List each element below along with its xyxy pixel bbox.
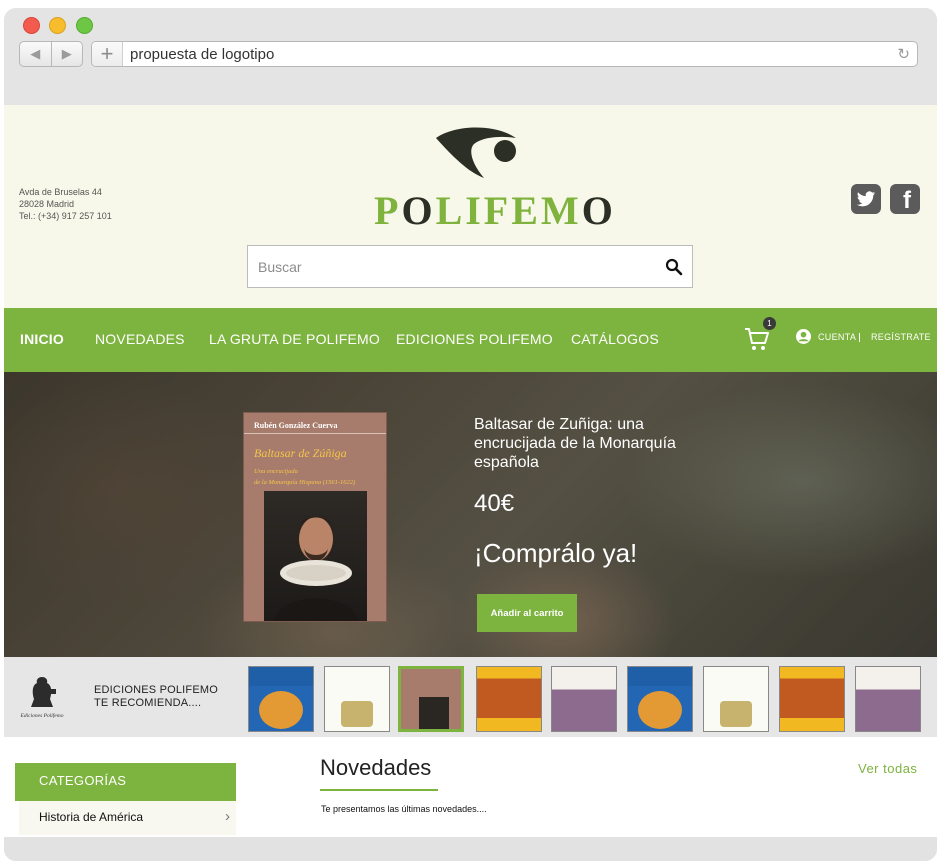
nav-item-la-gruta[interactable]: LA GRUTA DE POLIFEMO bbox=[209, 331, 380, 347]
book-cover-author: Rubén González Cuerva bbox=[254, 421, 338, 430]
hero-call-to-action: ¡Comprálo ya! bbox=[474, 538, 638, 568]
main-nav: INICIO NOVEDADES LA GRUTA DE POLIFEMO ED… bbox=[4, 308, 937, 372]
hero-book-title: Baltasar de Zuñiga: una encrucijada de l… bbox=[474, 416, 676, 471]
recommended-book-thumbnail[interactable] bbox=[248, 666, 314, 732]
search-box bbox=[247, 245, 693, 288]
nav-item-ediciones[interactable]: EDICIONES POLIFEMO bbox=[396, 331, 553, 347]
nav-item-catalogos[interactable]: CATÁLOGOS bbox=[571, 331, 659, 347]
address-city: 28028 Madrid bbox=[19, 199, 75, 209]
recommended-book-thumbnail[interactable] bbox=[703, 666, 769, 732]
twitter-bird-glyph bbox=[856, 190, 876, 206]
close-window-button[interactable] bbox=[23, 17, 40, 34]
see-all-link[interactable]: Ver todas bbox=[858, 761, 917, 776]
cart-icon[interactable] bbox=[744, 326, 770, 352]
featured-book-cover[interactable]: Rubén González Cuerva Baltasar de Zúñiga… bbox=[243, 412, 387, 622]
search-icon[interactable] bbox=[665, 258, 683, 276]
browser-toolbar: ◀ ▶ + propuesta de logotipo ↻ bbox=[4, 8, 937, 105]
twitter-icon[interactable] bbox=[851, 184, 881, 214]
book-cover-portrait bbox=[264, 491, 367, 621]
hero-background-painting bbox=[4, 372, 937, 657]
recommendations-label-line-2: TE RECOMIENDA.... bbox=[94, 697, 202, 709]
browser-window: ◀ ▶ + propuesta de logotipo ↻ Avda de Br… bbox=[4, 8, 937, 861]
recommendations-strip: Ediciones Polifemo EDICIONES POLIFEMO TE… bbox=[4, 657, 937, 737]
book-cover-title: Baltasar de Zúñiga bbox=[254, 446, 347, 460]
address-street: Avda de Bruselas 44 bbox=[19, 187, 102, 197]
chevron-right-icon: › bbox=[225, 808, 230, 825]
contact-address: Avda de Bruselas 44 28028 Madrid Tel.: (… bbox=[19, 186, 112, 222]
forward-arrow-icon[interactable]: ▶ bbox=[52, 42, 83, 66]
logo-letter-o: O bbox=[401, 188, 436, 233]
logo-letters-middle: LIFEM bbox=[435, 188, 582, 233]
history-buttons: ◀ ▶ bbox=[19, 41, 83, 67]
hero-price: 40€ bbox=[474, 490, 515, 517]
book-cover-subtitle: Una encrucijada de la Monarquía Hispana … bbox=[254, 466, 355, 488]
recommended-book-thumbnail[interactable] bbox=[779, 666, 845, 732]
emblem-caption: Ediciones Polifemo bbox=[20, 712, 64, 719]
recommended-book-thumbnail[interactable] bbox=[324, 666, 390, 732]
recommended-book-thumbnail[interactable] bbox=[627, 666, 693, 732]
ediciones-polifemo-emblem-icon: Ediciones Polifemo bbox=[20, 677, 64, 719]
book-cover-subtitle-line-2: de la Monarquía Hispana (1561-1622) bbox=[254, 479, 356, 486]
minimize-window-button[interactable] bbox=[49, 17, 66, 34]
address-phone: Tel.: (+34) 917 257 101 bbox=[19, 211, 112, 221]
add-to-cart-button[interactable]: Añadir al carrito bbox=[477, 594, 577, 632]
new-tab-icon[interactable]: + bbox=[92, 42, 123, 66]
back-arrow-icon[interactable]: ◀ bbox=[20, 42, 52, 66]
recommendations-label: EDICIONES POLIFEMO TE RECOMIENDA.... bbox=[94, 684, 218, 710]
category-item-historia-de-america[interactable]: Historia de América › bbox=[19, 801, 236, 835]
recommended-book-thumbnail[interactable] bbox=[476, 666, 542, 732]
facebook-icon[interactable]: f bbox=[890, 184, 920, 214]
recommended-book-thumbnail-selected[interactable] bbox=[398, 666, 464, 732]
categories-heading: CATEGORÍAS bbox=[15, 763, 236, 801]
logo-letter-o-end: O bbox=[581, 188, 616, 233]
book-cover-rule bbox=[244, 433, 386, 434]
nav-item-inicio[interactable]: INICIO bbox=[20, 331, 64, 347]
cart-count-badge: 1 bbox=[763, 317, 776, 330]
account-divider bbox=[859, 333, 860, 342]
logo-wordmark[interactable]: POLIFEMO bbox=[374, 187, 613, 234]
novedades-underline bbox=[320, 789, 438, 791]
register-link[interactable]: REGÍSTRATE bbox=[871, 332, 931, 342]
novedades-title: Novedades bbox=[320, 755, 432, 780]
portrait-illustration bbox=[274, 516, 358, 621]
category-item-label: Historia de América bbox=[39, 810, 144, 824]
recommendations-label-line-1: EDICIONES POLIFEMO bbox=[94, 684, 219, 696]
facebook-glyph: f bbox=[903, 187, 911, 214]
search-input[interactable] bbox=[258, 256, 648, 278]
nav-item-novedades[interactable]: NOVEDADES bbox=[95, 331, 185, 347]
site-header: Avda de Bruselas 44 28028 Madrid Tel.: (… bbox=[4, 105, 937, 308]
recommended-book-thumbnail[interactable] bbox=[855, 666, 921, 732]
logo-letter-p: P bbox=[374, 188, 402, 233]
recommended-book-thumbnail[interactable] bbox=[551, 666, 617, 732]
maximize-window-button[interactable] bbox=[76, 17, 93, 34]
book-cover-subtitle-line-1: Una encrucijada bbox=[254, 468, 298, 475]
hero-banner: Rubén González Cuerva Baltasar de Zúñiga… bbox=[4, 372, 937, 657]
content-area: CATEGORÍAS Historia de América › Novedad… bbox=[4, 737, 937, 837]
address-bar[interactable]: + propuesta de logotipo ↻ bbox=[91, 41, 918, 67]
browser-bottom-frame bbox=[4, 837, 937, 861]
eye-logo-icon[interactable] bbox=[434, 124, 518, 180]
reload-icon[interactable]: ↻ bbox=[897, 45, 910, 63]
account-link[interactable]: CUENTA bbox=[818, 332, 856, 342]
user-icon[interactable] bbox=[796, 329, 811, 344]
novedades-subtitle: Te presentamos las últimas novedades.... bbox=[321, 804, 487, 814]
url-text[interactable]: propuesta de logotipo bbox=[130, 46, 274, 63]
